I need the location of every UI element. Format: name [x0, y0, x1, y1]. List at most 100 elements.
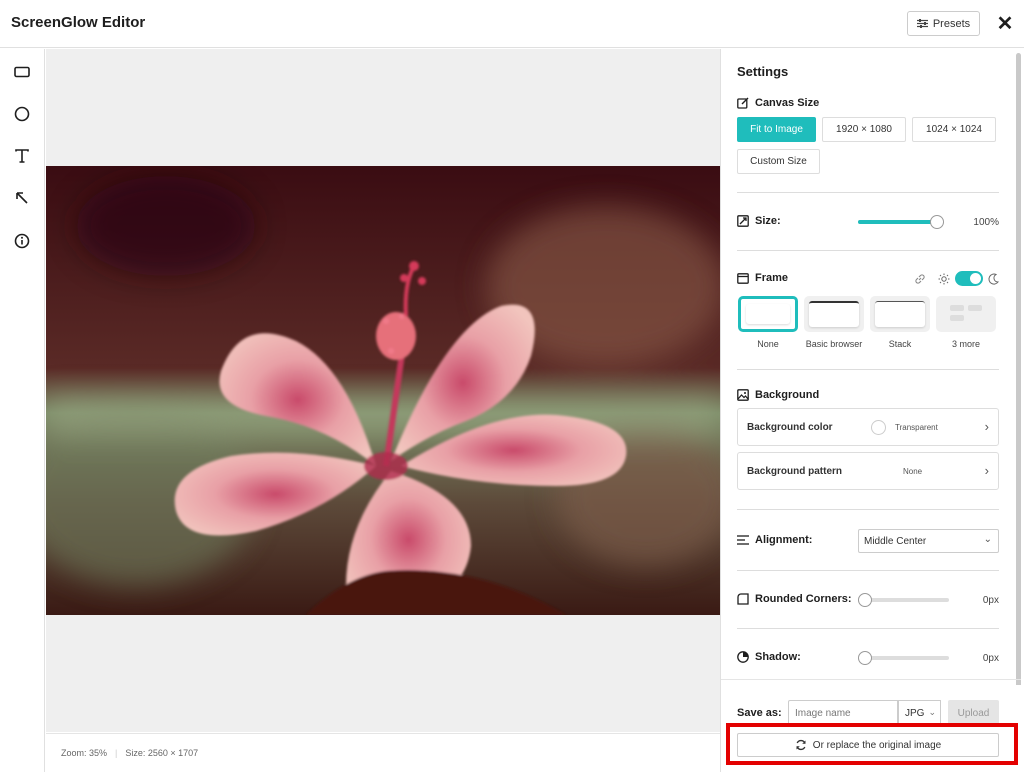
canvas-size-heading: Canvas Size [737, 97, 819, 109]
rounded-corners-value: 0px [982, 595, 999, 606]
background-pattern-row[interactable]: Background pattern None › [737, 452, 999, 490]
rounded-corners-slider-thumb[interactable] [858, 593, 872, 607]
shadow-value: 0px [982, 653, 999, 664]
size-1024-chip[interactable]: 1024 × 1024 [912, 117, 996, 142]
circle-icon [14, 106, 30, 122]
background-color-row[interactable]: Background color Transparent › [737, 408, 999, 446]
alignment-heading: Alignment: [737, 534, 812, 546]
background-label: Background [755, 389, 820, 401]
background-pattern-value: None [903, 467, 923, 476]
presets-label: Presets [932, 17, 971, 30]
size-heading: Size: [737, 215, 781, 227]
replace-original-button[interactable]: Or replace the original image [737, 733, 999, 757]
rounded-corner-icon [737, 593, 749, 605]
shadow-icon [737, 651, 749, 663]
divider [737, 570, 999, 571]
fit-to-image-chip[interactable]: Fit to Image [737, 117, 816, 142]
background-color-label: Background color [747, 422, 833, 433]
text-icon [15, 149, 29, 163]
align-left-icon [737, 535, 749, 545]
hibiscus-photo[interactable] [46, 166, 720, 615]
divider [737, 369, 999, 370]
alignment-label: Alignment: [755, 534, 813, 546]
panel-scrollbar[interactable] [1016, 53, 1021, 765]
rounded-corners-slider[interactable] [858, 593, 949, 607]
zoom-readout: Zoom: 35% [61, 748, 108, 758]
refresh-icon [796, 739, 806, 751]
replace-original-label: Or replace the original image [812, 739, 942, 751]
frame-heading: Frame [737, 272, 788, 284]
size-slider-thumb[interactable] [930, 215, 944, 229]
image-icon [737, 389, 749, 401]
dark-mode-toggle[interactable] [955, 271, 983, 286]
arrow-tool[interactable] [11, 187, 33, 209]
background-pattern-label: Background pattern [747, 466, 843, 477]
frame-thumbnail [809, 301, 859, 327]
frame-basic-browser-option[interactable] [804, 296, 864, 332]
chevron-right-icon: › [984, 419, 989, 434]
shadow-slider-thumb[interactable] [858, 651, 872, 665]
rounded-corners-label: Rounded Corners: [755, 593, 852, 605]
frame-thumbnail [875, 301, 925, 327]
rectangle-tool[interactable] [11, 61, 33, 83]
info-tool[interactable] [11, 230, 33, 252]
panel-title: Settings [737, 64, 789, 79]
arrow-icon [16, 192, 28, 204]
format-value: JPG [905, 708, 925, 719]
close-icon: ✕ [996, 12, 1014, 35]
frame-label: Frame [755, 272, 789, 284]
alignment-value: Middle Center [864, 536, 927, 547]
frame-stack-option[interactable] [870, 296, 930, 332]
presets-button[interactable]: Presets [907, 11, 980, 36]
canvas-size-label: Canvas Size [755, 97, 820, 109]
frame-stack-label: Stack [888, 339, 912, 349]
frame-more-label: 3 more [951, 339, 980, 349]
status-separator: | [115, 748, 118, 758]
frame-thumbnail [746, 304, 790, 324]
save-section: Save as: JPG ⌄ Upload Or replace the ori… [721, 685, 1021, 772]
toggle-knob [970, 273, 981, 284]
rectangle-icon [14, 66, 30, 78]
app-header: ScreenGlow Editor Presets ✕ [0, 0, 1024, 48]
alignment-select[interactable]: Middle Center ⌄ [858, 529, 999, 553]
app-title: ScreenGlow Editor [11, 14, 146, 31]
size-label: Size: [755, 215, 781, 227]
shadow-heading: Shadow: [737, 651, 801, 663]
sun-icon [938, 272, 950, 290]
flower-image [46, 166, 720, 615]
editor-canvas[interactable] [46, 49, 720, 732]
shadow-slider[interactable] [858, 651, 949, 665]
info-icon [14, 233, 30, 249]
highlight-box: Or replace the original image [726, 723, 1018, 765]
frame-none-option[interactable] [738, 296, 798, 332]
divider [737, 192, 999, 193]
rounded-corners-heading: Rounded Corners: [737, 593, 852, 605]
shadow-label: Shadow: [755, 651, 801, 663]
close-button[interactable]: ✕ [994, 12, 1016, 35]
resize-icon [737, 215, 749, 227]
image-size-readout: Size: 2560 × 1707 [125, 748, 199, 758]
divider [737, 509, 999, 510]
size-1920-chip[interactable]: 1920 × 1080 [822, 117, 906, 142]
color-swatch[interactable] [871, 420, 886, 435]
link-icon[interactable] [914, 272, 926, 290]
status-bar: Zoom: 35% | Size: 2560 × 1707 [46, 733, 720, 772]
frame-more-option[interactable] [936, 296, 996, 332]
moon-icon [988, 272, 999, 290]
chevron-right-icon: › [984, 463, 989, 478]
edit-icon [737, 97, 749, 109]
divider [721, 679, 1021, 680]
chevron-down-icon: ⌄ [983, 534, 992, 545]
background-color-value: Transparent [895, 423, 938, 432]
size-slider[interactable] [858, 215, 944, 229]
window-icon [737, 272, 749, 284]
sliders-icon [916, 19, 928, 28]
text-tool[interactable] [11, 145, 33, 167]
circle-tool[interactable] [11, 103, 33, 125]
divider [737, 628, 999, 629]
frame-none-label: None [757, 339, 779, 349]
settings-panel: Settings Canvas Size Fit to Image 1920 ×… [720, 49, 1024, 772]
divider [737, 250, 999, 251]
custom-size-chip[interactable]: Custom Size [737, 149, 820, 174]
frame-basic-browser-label: Basic browser [805, 339, 863, 349]
